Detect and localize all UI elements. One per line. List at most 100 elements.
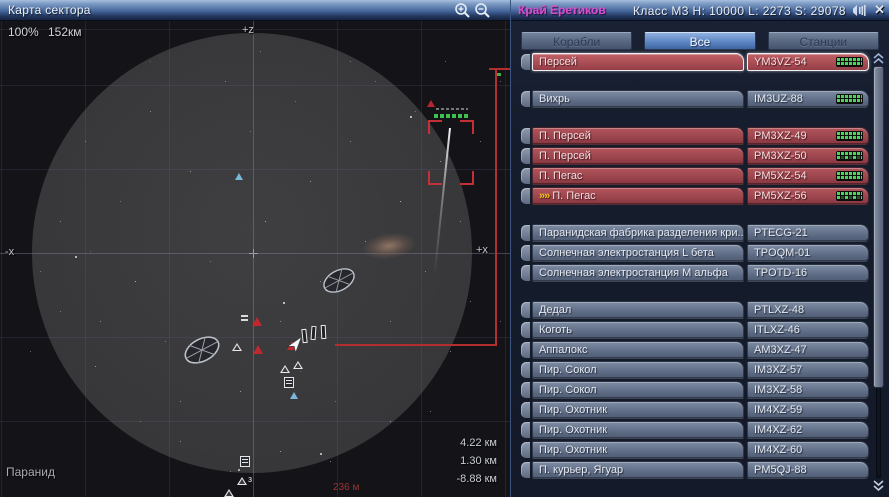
object-code[interactable]: ITLXZ-46 [747,321,869,339]
object-code[interactable]: PM3XZ-50 [747,147,869,165]
map-title: Карта сектора [8,3,91,17]
list-item[interactable]: П. ПерсейPM3XZ-50 [521,147,869,165]
object-name[interactable]: Вихрь [532,90,744,108]
ship-stats: Класс М3 Н: 10000 L: 2273 S: 29078 [633,4,846,18]
list-item[interactable]: ВихрьIM3UZ-88 [521,90,869,108]
row-nub [521,422,530,438]
object-code[interactable]: IM3UZ-88 [747,90,869,108]
list-item[interactable]: Пир. СоколIM3XZ-57 [521,361,869,379]
scrollbar-thumb[interactable] [873,66,884,388]
object-code[interactable]: YM3VZ-54 [747,53,869,71]
chevrons-up-icon[interactable] [872,53,885,65]
object-code[interactable]: TPOTD-16 [747,264,869,282]
object-name[interactable]: Паранидская фабрика разделения кри... [532,224,744,242]
object-code[interactable]: PTLXZ-48 [747,301,869,319]
object-name[interactable]: П. Персей [532,127,744,145]
object-name[interactable]: Аппалокс [532,341,744,359]
object-code[interactable]: AM3XZ-47 [747,341,869,359]
map-scale-readout: 152км [48,25,82,39]
object-name[interactable]: Пир. Охотник [532,441,744,459]
object-name[interactable]: П. Персей [532,147,744,165]
object-name[interactable]: Коготь [532,321,744,339]
zoom-in-icon[interactable] [454,2,472,19]
sector-map-canvas[interactable]: 100% 152км +z -x +x Паранид 4.22 км 1.30… [0,21,510,497]
object-name[interactable]: Солнечная электростанция L бета [532,244,744,262]
white-triangle-icon[interactable] [293,361,303,369]
distance-readout-1: 4.22 км [460,437,497,449]
object-code[interactable]: IM4XZ-59 [747,401,869,419]
hostile-ship-icon[interactable] [253,345,263,354]
list-item[interactable]: Пир. ОхотникIM4XZ-62 [521,421,869,439]
row-nub [521,148,530,164]
list-item[interactable]: Солнечная электростанция М альфаTPOTD-16 [521,264,869,282]
station-box-icon[interactable] [284,377,294,388]
bracket-corner-icon [428,171,442,185]
object-code[interactable]: TPOQM-01 [747,244,869,262]
friendly-ship-icon[interactable] [290,392,298,399]
object-name[interactable]: Пир. Охотник [532,401,744,419]
speaker-icon[interactable] [850,4,866,17]
friendly-ship-icon[interactable] [235,173,243,180]
object-code[interactable]: IM3XZ-58 [747,381,869,399]
hostile-station-icon[interactable] [252,317,262,326]
list-item[interactable]: Пир. СоколIM3XZ-58 [521,381,869,399]
row-nub [521,225,530,241]
tab-active[interactable]: Все [644,32,755,50]
red-frame-right [495,68,497,345]
list-item[interactable]: Пир. ОхотникIM4XZ-60 [521,441,869,459]
list-item[interactable]: П. ПегасPM5XZ-54 [521,167,869,185]
ship-blip-icon[interactable] [241,315,248,317]
scrollbar[interactable] [872,53,885,491]
list-item[interactable]: КоготьITLXZ-46 [521,321,869,339]
object-name[interactable]: Персей [532,53,744,71]
bracket-corner-icon [460,120,474,134]
object-name[interactable]: »»П. Пегас [532,187,744,205]
white-triangle-icon[interactable] [224,489,234,497]
distance-readout-2: 1.30 км [460,455,497,467]
object-code[interactable]: IM4XZ-62 [747,421,869,439]
hull-indicator [836,131,863,141]
object-code[interactable]: PM3XZ-49 [747,127,869,145]
white-triangle-icon[interactable] [232,343,242,351]
object-name[interactable]: Солнечная электростанция М альфа [532,264,744,282]
object-code[interactable]: PM5QJ-88 [747,461,869,479]
object-name[interactable]: Пир. Сокол [532,381,744,399]
list-item[interactable]: Пир. ОхотникIM4XZ-59 [521,401,869,419]
tab-inactive[interactable]: Корабли [521,32,632,50]
close-icon[interactable]: ✕ [874,2,885,18]
list-item[interactable]: Паранидская фабрика разделения кри...PTE… [521,224,869,242]
zoom-out-icon[interactable] [474,2,492,19]
hull-indicator [836,151,863,161]
ship-blip-icon[interactable]: з [248,474,252,484]
list-item[interactable]: П. курьер, ЯгуарPM5QJ-88 [521,461,869,479]
object-name[interactable]: Пир. Сокол [532,361,744,379]
object-code[interactable]: PM5XZ-56 [747,187,869,205]
object-name[interactable]: Дедал [532,301,744,319]
list-item[interactable]: Солнечная электростанция L бетаTPOQM-01 [521,244,869,262]
object-code[interactable]: PTECG-21 [747,224,869,242]
list-item[interactable]: »»П. ПегасPM5XZ-56 [521,187,869,205]
list-item[interactable]: П. ПерсейPM3XZ-49 [521,127,869,145]
object-name[interactable]: П. Пегас [532,167,744,185]
ship-blip-icon[interactable] [311,326,317,340]
object-code[interactable]: PM5XZ-54 [747,167,869,185]
object-name[interactable]: Пир. Охотник [532,421,744,439]
ship-blip-icon[interactable] [321,325,327,339]
red-frame-bottom [335,344,497,346]
list-item[interactable]: ПерсейYM3VZ-54 [521,53,869,71]
list-item[interactable]: ДедалPTLXZ-48 [521,301,869,319]
hostile-ship-icon[interactable] [427,100,435,107]
object-group: Паранидская фабрика разделения кри...PTE… [521,224,869,282]
tab-inactive[interactable]: Станции [768,32,879,50]
station-box-icon[interactable] [240,456,250,467]
object-name[interactable]: П. курьер, Ягуар [532,461,744,479]
object-code[interactable]: IM4XZ-60 [747,441,869,459]
starfield-bright [0,21,2,23]
row-nub [521,342,530,358]
list-item[interactable]: АппалоксAM3XZ-47 [521,341,869,359]
white-triangle-icon[interactable] [237,477,247,485]
chevrons-down-icon[interactable] [872,479,885,491]
white-triangle-icon[interactable] [280,365,290,373]
object-list: ПерсейYM3VZ-54 ВихрьIM3UZ-88 П. ПерсейPM3X… [521,53,869,497]
object-code[interactable]: IM3XZ-57 [747,361,869,379]
